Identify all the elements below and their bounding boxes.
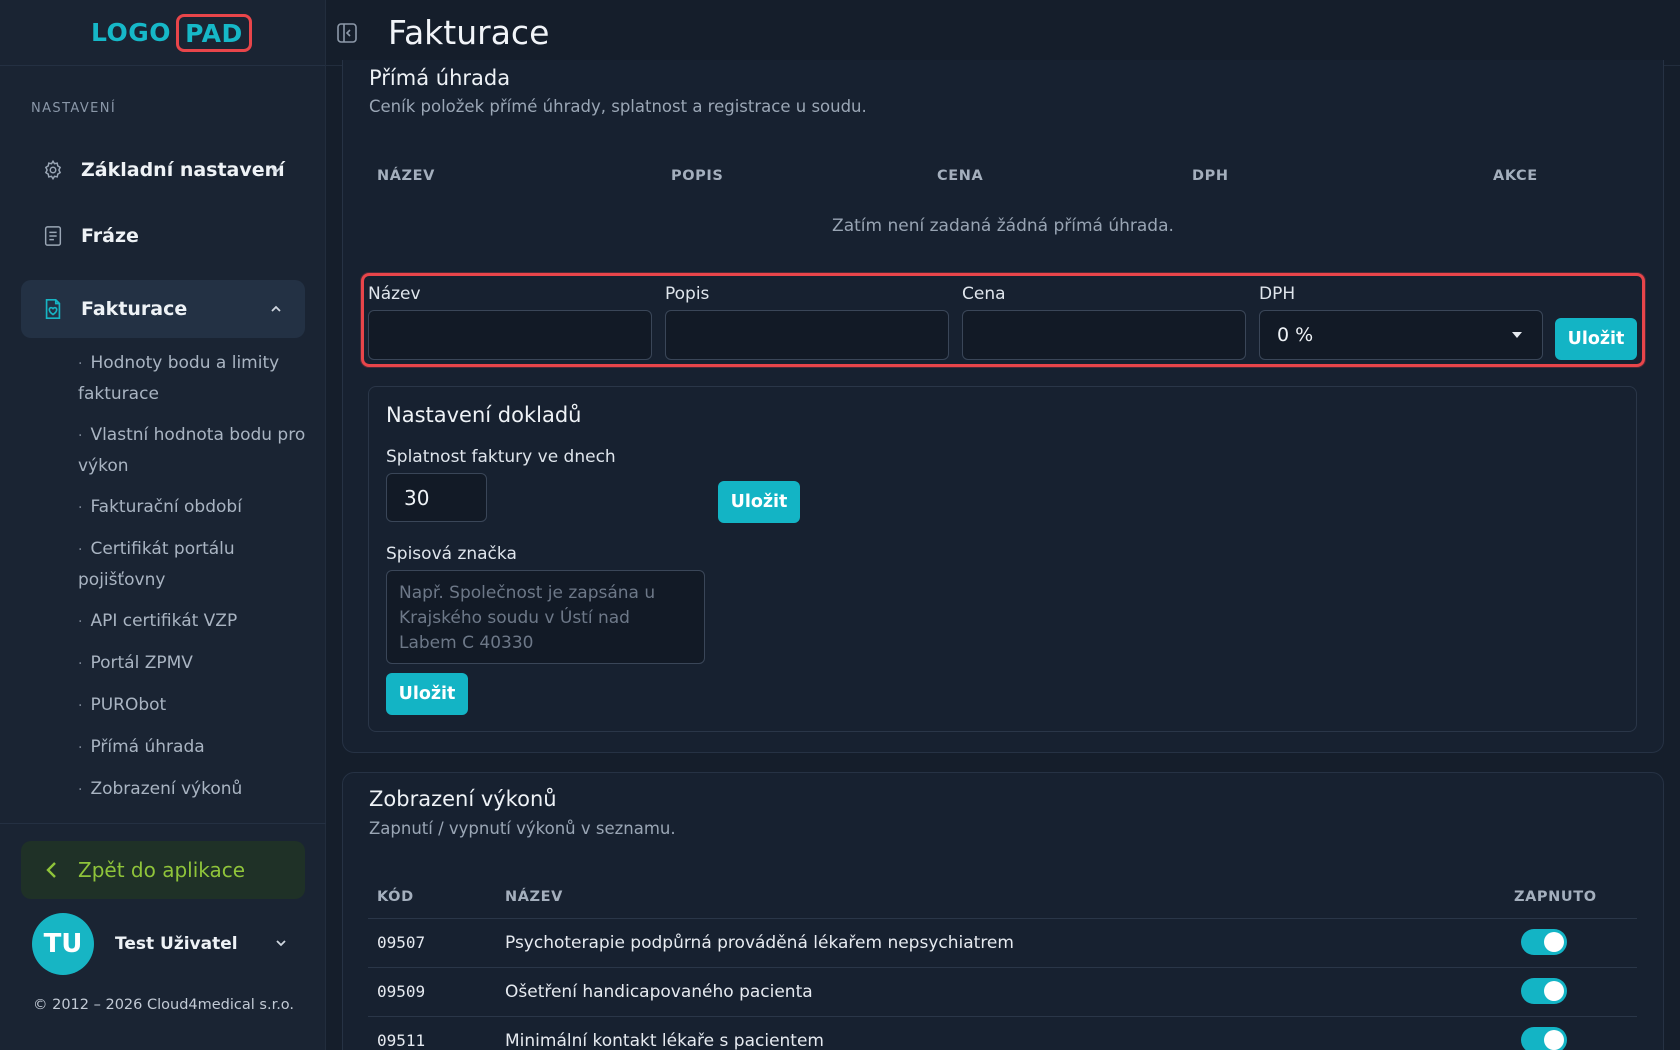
- enabled-toggle[interactable]: [1521, 978, 1567, 1004]
- logo-bar: LOGO PAD: [0, 0, 325, 66]
- sidebar-item-fakturace[interactable]: Fakturace: [21, 280, 305, 338]
- empty-state-text: Zatím není zadaná žádná přímá úhrada.: [832, 216, 1174, 236]
- procedure-name: Psychoterapie podpůrná prováděná lékařem…: [505, 933, 1014, 953]
- submenu-item[interactable]: · Zobrazení výkonů: [78, 774, 308, 805]
- submenu-item[interactable]: · Certifikát portálu pojišťovny: [78, 534, 308, 595]
- logo[interactable]: LOGO PAD: [91, 13, 252, 52]
- submenu-item[interactable]: · Fakturační období: [78, 492, 308, 523]
- save-file-number-button[interactable]: Uložit: [386, 673, 468, 715]
- chevron-up-icon: [271, 305, 281, 312]
- table-row: 09511 Minimální kontakt lékaře s pacient…: [368, 1016, 1637, 1050]
- description-input[interactable]: [665, 310, 949, 360]
- price-input[interactable]: [962, 310, 1246, 360]
- sidebar: LOGO PAD NASTAVENÍ Základní nastavení Fr…: [0, 0, 326, 1050]
- chevron-left-icon: [46, 862, 56, 878]
- file-number-label: Spisová značka: [386, 544, 517, 564]
- caret-down-icon: [1512, 332, 1522, 338]
- back-to-app-button[interactable]: Zpět do aplikace: [21, 841, 305, 899]
- back-to-app-label: Zpět do aplikace: [78, 858, 246, 882]
- table-row: 09507 Psychoterapie podpůrná prováděná l…: [368, 918, 1637, 967]
- name-label: Název: [368, 284, 421, 304]
- document-icon: [42, 225, 64, 247]
- sidebar-submenu: · Hodnoty bodu a limity fakturace · Vlastn…: [78, 348, 308, 816]
- chevron-down-icon: [271, 167, 281, 174]
- enabled-toggle[interactable]: [1521, 1027, 1567, 1050]
- save-due-days-button[interactable]: Uložit: [718, 481, 800, 523]
- section-description: Zapnutí / vypnutí výkonů v seznamu.: [369, 819, 676, 838]
- column-header: NÁZEV: [505, 889, 563, 905]
- section-title: Přímá úhrada: [369, 66, 511, 90]
- avatar: TU: [32, 913, 94, 975]
- procedure-name: Minimální kontakt lékaře s pacientem: [505, 1031, 824, 1050]
- procedure-name: Ošetření handicapovaného pacienta: [505, 982, 813, 1002]
- submenu-item[interactable]: · Vlastní hodnota bodu pro výkon: [78, 420, 308, 481]
- user-name: Test Uživatel: [115, 934, 238, 954]
- column-header: AKCE: [1493, 168, 1538, 184]
- column-header: ZAPNUTO: [1514, 889, 1597, 905]
- document-settings-card: [368, 386, 1637, 732]
- topbar: Fakturace: [326, 0, 1680, 66]
- price-label: Cena: [962, 284, 1006, 304]
- gear-icon: [42, 159, 64, 181]
- procedure-code: 09511: [377, 1031, 426, 1050]
- section-label: NASTAVENÍ: [31, 101, 117, 116]
- vat-select-value: 0 %: [1277, 324, 1314, 346]
- name-input[interactable]: [368, 310, 652, 360]
- vat-label: DPH: [1259, 284, 1296, 304]
- sidebar-item-zakladni-nastaveni[interactable]: Základní nastavení: [21, 141, 305, 199]
- procedure-code: 09507: [377, 933, 426, 952]
- sidebar-divider: [0, 823, 326, 824]
- due-days-label: Splatnost faktury ve dnech: [386, 447, 616, 467]
- sidebar-item-label: Fakturace: [81, 298, 188, 320]
- enabled-toggle[interactable]: [1521, 929, 1567, 955]
- submenu-item[interactable]: · Přímá úhrada: [78, 732, 308, 763]
- table-row: 09509 Ošetření handicapovaného pacienta: [368, 967, 1637, 1016]
- column-header: CENA: [937, 168, 984, 184]
- page-title: Fakturace: [388, 13, 550, 52]
- logo-text: LOGO: [91, 18, 172, 47]
- user-menu[interactable]: TU Test Uživatel: [32, 913, 312, 975]
- vat-select[interactable]: 0 %: [1259, 310, 1543, 360]
- submenu-item[interactable]: · Portál ZPMV: [78, 648, 308, 679]
- due-days-input[interactable]: 30: [386, 473, 487, 522]
- file-number-textarea[interactable]: Např. Společnost je zapsána u Krajského …: [386, 570, 705, 664]
- section-description: Ceník položek přímé úhrady, splatnost a …: [369, 97, 867, 116]
- submenu-item[interactable]: · API certifikát VZP: [78, 606, 308, 637]
- column-header: POPIS: [671, 168, 724, 184]
- procedure-code: 09509: [377, 982, 426, 1001]
- column-header: NÁZEV: [377, 168, 435, 184]
- sidebar-item-label: Základní nastavení: [81, 159, 285, 181]
- submenu-item[interactable]: · PURObot: [78, 690, 308, 721]
- chevron-down-icon: [276, 940, 286, 947]
- save-item-button[interactable]: Uložit: [1555, 318, 1637, 360]
- logo-badge: PAD: [176, 13, 252, 52]
- column-header: DPH: [1192, 168, 1229, 184]
- description-label: Popis: [665, 284, 710, 304]
- section-title: Zobrazení výkonů: [369, 787, 557, 811]
- sidebar-item-fraze[interactable]: Fráze: [21, 207, 305, 265]
- invoice-icon: [42, 298, 64, 320]
- document-settings-title: Nastavení dokladů: [386, 403, 582, 427]
- sidebar-item-label: Fráze: [81, 225, 139, 247]
- file-number-placeholder: Např. Společnost je zapsána u Krajského …: [399, 583, 656, 653]
- submenu-item[interactable]: · Hodnoty bodu a limity fakturace: [78, 348, 308, 409]
- due-days-value: 30: [404, 485, 430, 510]
- sidebar-toggle-icon[interactable]: [336, 22, 358, 44]
- copyright: © 2012 – 2026 Cloud4medical s.r.o.: [33, 997, 295, 1013]
- column-header: KÓD: [377, 889, 414, 905]
